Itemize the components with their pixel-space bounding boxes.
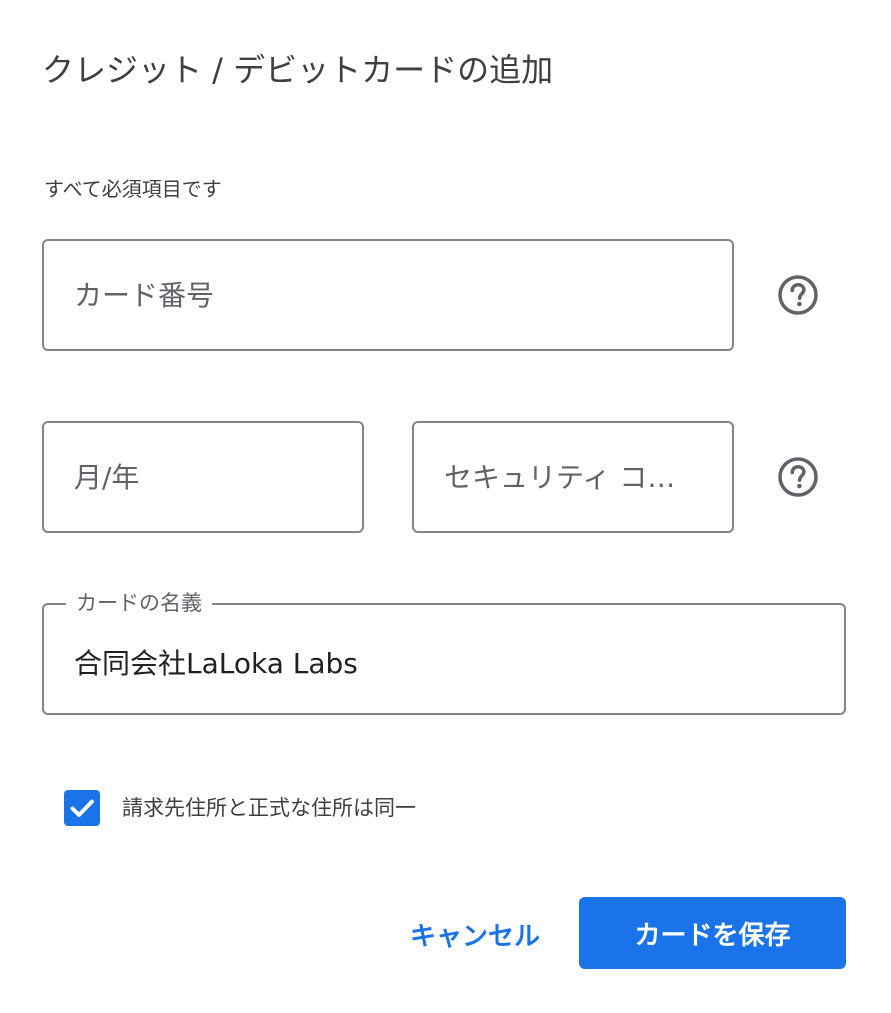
security-code-field[interactable] (412, 421, 734, 533)
cardholder-name-input[interactable] (44, 605, 844, 713)
expiry-date-input[interactable] (44, 423, 362, 531)
expiry-date-field[interactable] (42, 421, 364, 533)
cardholder-name-field[interactable]: カードの名義 (42, 589, 846, 715)
same-address-label: 請求先住所と正式な住所は同一 (122, 796, 416, 820)
add-card-dialog: クレジット / デビットカードの追加 すべて必須項目です カードの名義 請求先住… (0, 0, 891, 1013)
card-number-input[interactable] (44, 241, 732, 349)
checkmark-icon (70, 799, 94, 817)
help-circle-icon[interactable] (776, 455, 820, 499)
card-number-field[interactable] (42, 239, 734, 351)
cancel-button[interactable]: キャンセル (392, 898, 558, 970)
dialog-title: クレジット / デビットカードの追加 (42, 51, 554, 89)
same-address-checkbox[interactable] (64, 790, 100, 826)
help-circle-icon[interactable] (776, 273, 820, 317)
security-code-input[interactable] (414, 423, 732, 531)
required-fields-note: すべて必須項目です (44, 177, 222, 201)
save-card-button[interactable]: カードを保存 (579, 897, 846, 969)
